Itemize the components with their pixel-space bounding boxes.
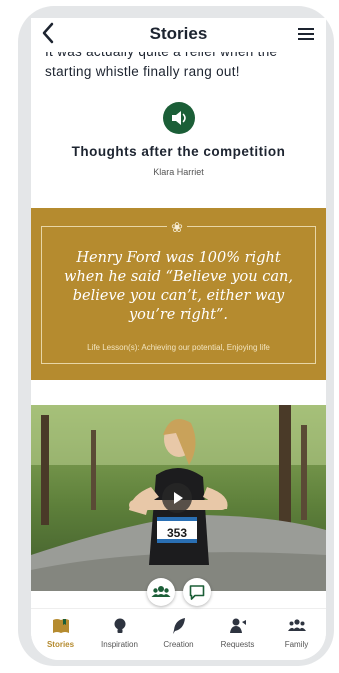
life-lesson-quote: Henry Ford was 100% right when he said “…	[31, 208, 326, 380]
menu-icon-bar	[298, 38, 314, 40]
lightbulb-icon	[114, 618, 126, 633]
tab-label: Stories	[46, 640, 75, 649]
play-icon	[174, 492, 183, 504]
app-screen: It was actually quite a relief when the …	[31, 18, 326, 660]
tab-label: Family	[284, 640, 309, 649]
life-lesson-tags: Life Lesson(s): Achieving our potential,…	[87, 343, 270, 352]
tab-inspiration[interactable]: Inspiration	[90, 609, 149, 660]
tab-label: Inspiration	[101, 640, 138, 649]
share-with-family-button[interactable]	[147, 578, 175, 606]
story-video-thumbnail[interactable]: 353	[31, 405, 326, 591]
tab-creation[interactable]: Creation	[149, 609, 208, 660]
tab-stories[interactable]: Stories	[31, 609, 90, 660]
story-author[interactable]: Klara Harriet	[31, 167, 326, 177]
menu-icon-bar	[298, 33, 314, 35]
speaker-icon	[172, 111, 186, 125]
tab-label: Requests	[220, 640, 255, 649]
menu-icon-bar	[298, 28, 314, 30]
quote-line: when he said “Believe you can,	[64, 269, 293, 285]
comment-button[interactable]	[183, 578, 211, 606]
tab-family[interactable]: Family	[267, 609, 326, 660]
quote-line: Henry Ford was 100% right	[76, 250, 281, 266]
chat-bubble-icon	[189, 585, 205, 600]
family-icon	[288, 619, 306, 631]
page-title: Stories	[149, 24, 208, 43]
flower-ornament-icon: ❀	[167, 218, 187, 236]
group-icon	[151, 586, 171, 597]
story-title: Thoughts after the competition	[71, 144, 286, 159]
book-icon	[53, 619, 69, 633]
tab-label: Creation	[163, 640, 194, 649]
quote-text: Henry Ford was 100% right when he said “…	[42, 249, 315, 325]
bib-number: 353	[167, 526, 187, 540]
bottom-tab-bar: Stories Inspiration Creation Requests Fa…	[31, 608, 326, 660]
menu-button[interactable]	[298, 28, 314, 40]
play-audio-button[interactable]	[163, 102, 195, 134]
top-bar: Stories	[31, 18, 326, 52]
person-request-icon	[230, 618, 246, 633]
quote-line: believe you can’t, either way	[72, 288, 285, 304]
feather-icon	[173, 618, 185, 634]
quote-frame: Henry Ford was 100% right when he said “…	[41, 226, 316, 364]
tab-requests[interactable]: Requests	[208, 609, 267, 660]
story-text-line-2: starting whistle finally rang out!	[45, 64, 240, 79]
play-video-button[interactable]	[162, 483, 192, 513]
quote-line: you’re right”.	[128, 307, 229, 323]
